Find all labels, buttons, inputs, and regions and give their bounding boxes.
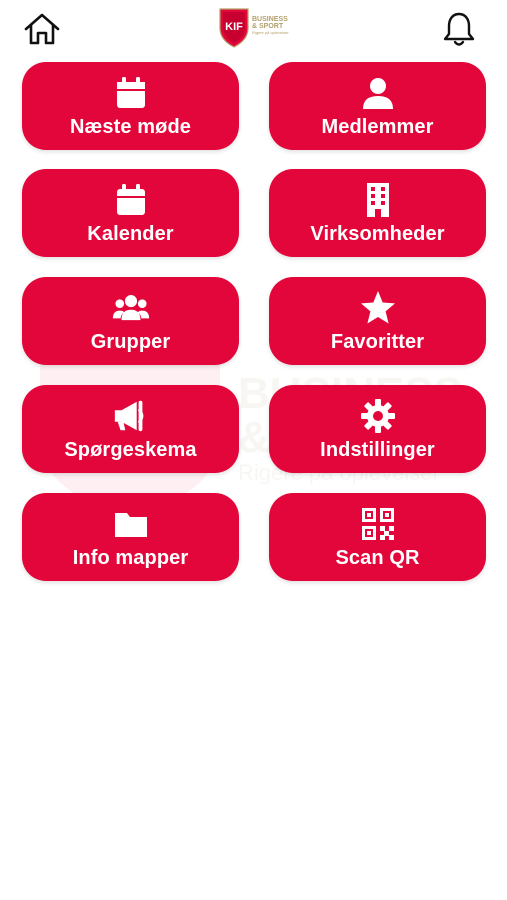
tile-scan-qr[interactable]: Scan QR [269,493,486,581]
tile-label: Scan QR [335,546,420,569]
tile-virksomheder[interactable]: Virksomheder [269,169,486,257]
folder-icon [112,505,150,543]
gear-icon [359,397,397,435]
calendar-icon [112,181,150,219]
app-header: KIF BUSINESS & SPORT Rigere på oplevelse… [0,0,507,58]
logo-line2: & SPORT [252,23,284,30]
tile-label: Næste møde [69,115,192,138]
tile-label: Spørgeskema [64,438,197,461]
home-icon [24,13,60,45]
tile-kalender[interactable]: Kalender [22,169,239,257]
svg-text:KIF: KIF [225,21,243,33]
megaphone-icon [112,397,150,435]
tile-spoergeskema[interactable]: Spørgeskema [22,385,239,473]
tile-indstillinger[interactable]: Indstillinger [269,385,486,473]
logo-line1: BUSINESS [252,16,288,23]
notifications-button[interactable] [440,10,478,48]
tile-label: Virksomheder [310,222,445,245]
tile-label: Indstillinger [320,438,435,461]
tile-favoritter[interactable]: Favoritter [269,277,486,365]
tile-label: Medlemmer [321,115,434,138]
bell-icon [443,12,475,46]
building-icon [359,181,397,219]
users-icon [112,289,150,327]
tile-grupper[interactable]: Grupper [22,277,239,365]
tile-label: Favoritter [330,330,425,353]
star-icon [359,289,397,327]
kif-shield-logo: KIF [219,8,249,48]
logo-wordmark: BUSINESS & SPORT Rigere på oplevelser [252,16,289,35]
tile-naeste-moede[interactable]: Næste møde [22,62,239,150]
logo-tagline: Rigere på oplevelser [252,30,289,35]
tile-label: Info mapper [72,546,189,569]
tile-medlemmer[interactable]: Medlemmer [269,62,486,150]
tile-label: Kalender [87,222,174,245]
user-icon [359,74,397,112]
home-button[interactable] [23,12,61,46]
kif-logo: KIF BUSINESS & SPORT Rigere på oplevelse… [218,6,294,48]
tile-label: Grupper [90,330,171,353]
calendar-icon [112,74,150,112]
tile-info-mapper[interactable]: Info mapper [22,493,239,581]
qr-code-icon [359,505,397,543]
